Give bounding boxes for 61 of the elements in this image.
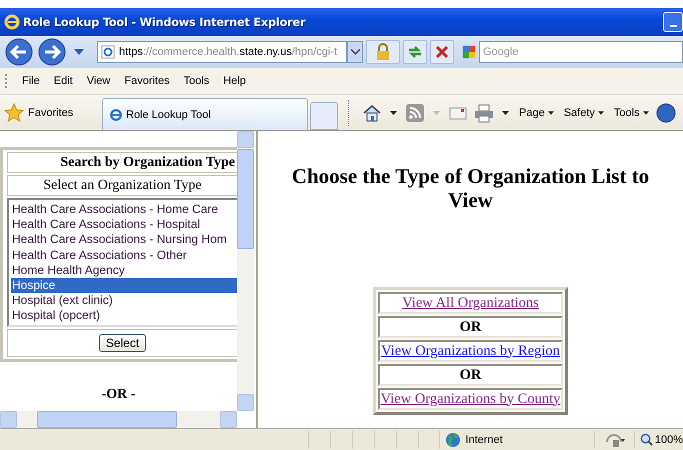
separator-text: -OR - xyxy=(100,387,136,403)
home-icon[interactable] xyxy=(362,102,382,122)
caret-icon[interactable] xyxy=(502,110,509,114)
browser-tab[interactable]: Role Lookup Tool xyxy=(102,98,308,130)
zoom-button[interactable]: 100% xyxy=(634,430,683,448)
back-button[interactable] xyxy=(4,37,34,67)
stop-button[interactable] xyxy=(430,40,454,64)
window-title: Role Lookup Tool - Windows Internet Explorer xyxy=(23,16,306,28)
list-option[interactable]: Health Care Associations - Hospital xyxy=(11,217,237,232)
menu-item[interactable]: View xyxy=(80,75,118,87)
magnifier-icon xyxy=(640,433,653,446)
page-heading: Choose the Type of Organization List to View xyxy=(290,164,650,212)
menu-item[interactable]: Edit xyxy=(46,75,80,87)
section-heading: Search by Organization Type xyxy=(7,152,237,173)
favorites-button[interactable]: Favorites xyxy=(4,100,102,126)
browser-logo-icon xyxy=(4,14,20,30)
close-icon xyxy=(434,44,450,60)
refresh-button[interactable] xyxy=(403,40,427,64)
list-option[interactable]: Health Care Associations - Nursing Hom xyxy=(11,232,237,248)
field-label: Select an Organization Type xyxy=(7,175,237,196)
lock-icon[interactable] xyxy=(366,40,400,64)
address-field[interactable]: https://commerce.health.state.ny.us/hpn/cgi-t xyxy=(97,41,347,63)
toolbar-menu-button[interactable]: Tools xyxy=(608,106,654,118)
list-option[interactable]: Hospital (opcert) xyxy=(11,308,237,324)
page-icon xyxy=(101,45,115,59)
list-option[interactable]: Health Care Associations - Other xyxy=(11,248,237,263)
select-button[interactable]: Select xyxy=(98,334,146,352)
printer-icon[interactable] xyxy=(474,102,494,122)
organization-type-list[interactable] xyxy=(7,198,237,327)
toolbar-menu-button[interactable]: Page xyxy=(514,106,559,118)
list-option[interactable]: Hospital (ext clinic) xyxy=(11,293,237,308)
forward-button[interactable] xyxy=(37,37,67,67)
search-field[interactable]: Google xyxy=(479,41,683,63)
menu-item[interactable]: Favorites xyxy=(117,75,177,87)
protected-mode-icon[interactable] xyxy=(604,432,626,448)
dropdown-caret-icon[interactable] xyxy=(74,49,84,55)
list-option[interactable]: Home Health Agency xyxy=(11,262,237,278)
vertical-scrollbar[interactable] xyxy=(237,131,254,411)
separator-text: OR xyxy=(460,318,482,336)
globe-icon xyxy=(445,432,462,448)
caret-icon[interactable] xyxy=(390,110,397,114)
list-option[interactable]: Health Care Associations - Home Care xyxy=(11,202,237,218)
address-dropdown-button[interactable] xyxy=(347,41,363,63)
search-provider-icon[interactable] xyxy=(462,45,476,59)
horizontal-scrollbar[interactable] xyxy=(0,411,237,428)
security-zone-label: Internet xyxy=(465,434,503,446)
feed-icon[interactable] xyxy=(405,102,425,122)
caret-icon xyxy=(642,110,649,114)
menu-item[interactable]: Help xyxy=(216,75,253,87)
minimize-button[interactable] xyxy=(663,12,683,32)
chevron-icon xyxy=(350,49,360,55)
star-icon xyxy=(4,102,24,122)
menu-item[interactable]: File xyxy=(15,75,47,87)
caret-icon xyxy=(598,110,604,114)
browser-logo-icon xyxy=(109,108,123,122)
caret-icon xyxy=(548,110,554,114)
arrows-icon xyxy=(407,44,423,60)
separator-text: OR xyxy=(460,366,482,384)
toolbar-menu-button[interactable]: Safety xyxy=(558,106,609,118)
menu-item[interactable]: Tools xyxy=(176,75,216,87)
list-option[interactable]: Hospice xyxy=(11,278,237,294)
